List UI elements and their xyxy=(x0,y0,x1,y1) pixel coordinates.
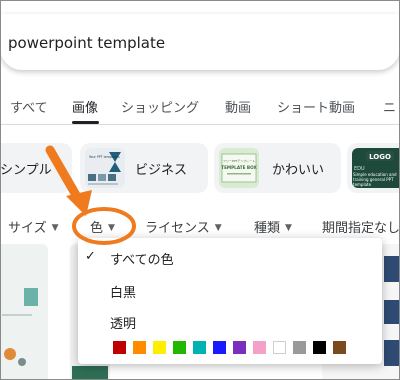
tab-videos[interactable]: 動画 xyxy=(225,97,251,116)
chip-logo[interactable]: LOGO EDU Simple education and training g… xyxy=(347,143,400,193)
color-option-all[interactable]: すべての色 xyxy=(110,249,174,268)
tabs-divider xyxy=(0,124,400,125)
chip-thumbnail: Your PPT templates xyxy=(85,148,125,188)
chip-simple[interactable]: シンプル xyxy=(0,143,72,193)
filter-time[interactable]: 期間指定なし xyxy=(322,217,400,236)
color-swatch-green[interactable] xyxy=(173,341,186,354)
chip-thumbnail: フリーPPTテンプレート TEMPLATE BOX xyxy=(219,148,259,188)
tab-images[interactable]: 画像 xyxy=(72,97,98,116)
color-swatch-gray[interactable] xyxy=(293,341,306,354)
filter-color-label: 色 xyxy=(90,221,104,236)
color-swatch-yellow[interactable] xyxy=(153,341,166,354)
caret-down-icon: ▼ xyxy=(214,223,222,233)
color-swatch-purple[interactable] xyxy=(233,341,246,354)
filter-type[interactable]: 種類 ▼ xyxy=(254,217,292,236)
filter-size[interactable]: サイズ ▼ xyxy=(8,217,59,236)
filter-color[interactable]: 色 ▼ xyxy=(90,217,115,236)
tab-shopping[interactable]: ショッピング xyxy=(121,97,199,116)
color-swatch-white[interactable] xyxy=(273,341,286,354)
caret-down-icon: ▼ xyxy=(108,223,115,233)
filter-license[interactable]: ライセンス ▼ xyxy=(145,217,222,236)
filter-license-label: ライセンス xyxy=(145,221,210,236)
search-box[interactable] xyxy=(0,14,400,70)
chip-label: ビジネス xyxy=(135,163,188,178)
search-tabs: すべて 画像 ショッピング 動画 ショート動画 ニ xyxy=(0,88,400,124)
search-input[interactable] xyxy=(8,30,388,56)
color-swatch-black[interactable] xyxy=(313,341,326,354)
tab-short-videos[interactable]: ショート動画 xyxy=(277,97,355,116)
color-swatch-orange[interactable] xyxy=(133,341,146,354)
cute-thumb-title: TEMPLATE BOX xyxy=(221,165,257,170)
color-swatch-brown[interactable] xyxy=(333,341,346,354)
color-option-transparent[interactable]: 透明 xyxy=(110,313,136,332)
color-dropdown-menu: ✓ すべての色 白黒 透明 xyxy=(78,238,382,364)
tab-all[interactable]: すべて xyxy=(10,97,48,116)
chip-cute[interactable]: フリーPPTテンプレート TEMPLATE BOX かわいい xyxy=(214,143,341,193)
business-thumb-title: Your PPT templates xyxy=(89,155,120,159)
chip-label: かわいい xyxy=(272,163,325,178)
filter-type-label: 種類 xyxy=(254,221,281,236)
logo-thumb-caption: Simple education and training general PP… xyxy=(353,172,397,187)
color-swatch-blue[interactable] xyxy=(213,341,226,354)
tab-news-cut[interactable]: ニ xyxy=(383,97,396,116)
color-option-mono[interactable]: 白黒 xyxy=(110,282,136,301)
filter-time-label: 期間指定なし xyxy=(322,221,400,236)
caret-down-icon: ▼ xyxy=(285,223,292,233)
color-swatch-pink[interactable] xyxy=(253,341,266,354)
logo-thumb-word: LOGO xyxy=(369,153,391,161)
caret-down-icon: ▼ xyxy=(51,223,59,233)
color-swatch-teal[interactable] xyxy=(193,341,206,354)
chip-thumbnail: LOGO EDU Simple education and training g… xyxy=(352,148,400,188)
filter-size-label: サイズ xyxy=(8,221,47,236)
check-icon: ✓ xyxy=(85,249,96,264)
cute-thumb-sub: フリーPPTテンプレート xyxy=(223,158,255,163)
color-swatch-red[interactable] xyxy=(113,341,126,354)
chip-business[interactable]: Your PPT templates ビジネス xyxy=(80,143,208,193)
chip-label: シンプル xyxy=(0,163,52,178)
result-image-left[interactable] xyxy=(0,244,48,380)
